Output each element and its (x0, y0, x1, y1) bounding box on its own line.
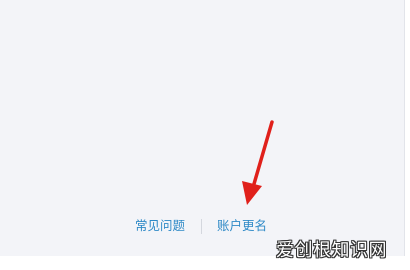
watermark: 爱创根知识网 (276, 240, 387, 261)
account-rename-link[interactable]: 账户更名 (217, 216, 267, 236)
content-panel: 常见问题 账户更名 (0, 0, 405, 256)
page: 常见问题 账户更名 爱创根知识网 (0, 0, 410, 270)
link-divider (201, 219, 202, 234)
faq-link[interactable]: 常见问题 (135, 216, 185, 236)
footer-links: 常见问题 账户更名 (0, 216, 404, 236)
